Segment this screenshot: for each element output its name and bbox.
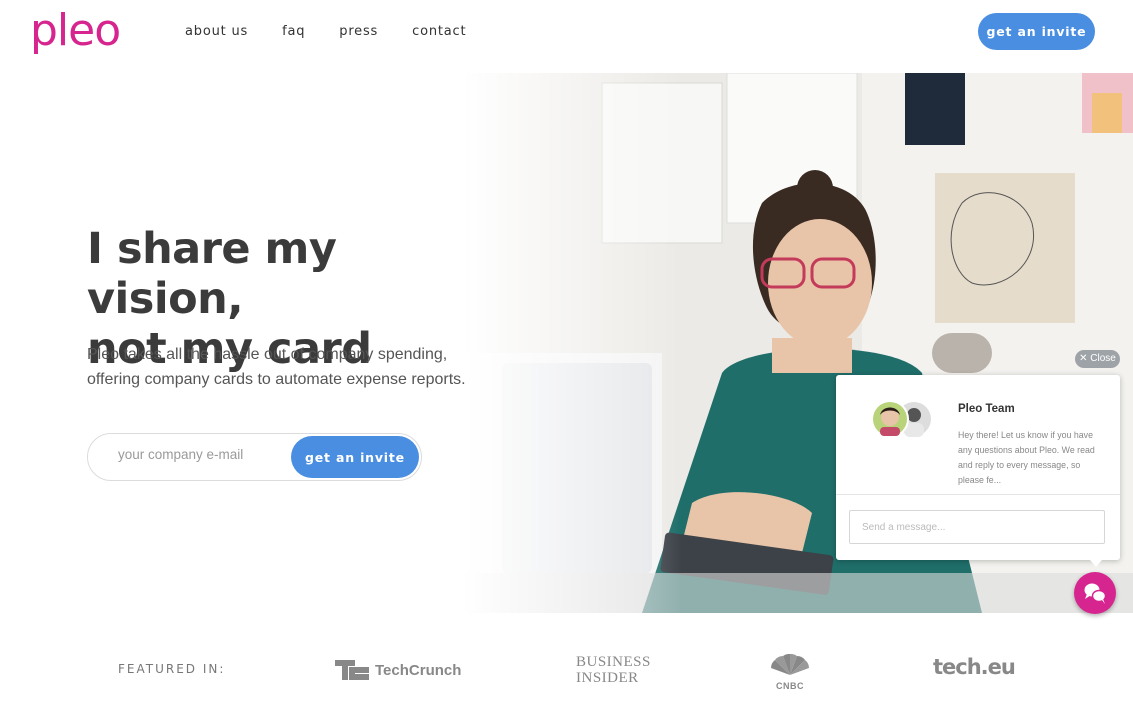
techcrunch-logo[interactable]: TechCrunch xyxy=(335,660,461,680)
cnbc-text: CNBC xyxy=(776,681,804,691)
company-email-input[interactable] xyxy=(116,446,290,463)
bi-line-1: BUSINESS xyxy=(576,654,651,670)
techcrunch-logo-icon xyxy=(335,660,369,680)
subtext-line-2: offering company cards to automate expen… xyxy=(87,371,466,388)
chat-popup: Pleo Team Hey there! Let us know if you … xyxy=(836,375,1120,567)
cnbc-logo[interactable]: CNBC xyxy=(769,653,811,691)
bi-line-2: INSIDER xyxy=(576,670,639,686)
hero-subtext: Pleo takes all the hassle out of company… xyxy=(87,342,467,392)
team-avatars xyxy=(871,400,931,438)
hero-fade-overlay xyxy=(462,73,682,613)
nav-press[interactable]: press xyxy=(339,24,378,39)
hero-invite-button[interactable]: get an invite xyxy=(291,436,419,478)
nav-faq[interactable]: faq xyxy=(282,24,305,39)
nav-about-us[interactable]: about us xyxy=(185,24,248,39)
cnbc-peacock-icon xyxy=(771,653,809,675)
featured-in-label: FEATURED IN: xyxy=(118,662,226,676)
header-invite-button[interactable]: get an invite xyxy=(978,13,1095,50)
chat-message: Hey there! Let us know if you have any q… xyxy=(958,430,1095,485)
subtext-line-1: Pleo takes all the hassle out of company… xyxy=(87,346,448,363)
chat-launcher-button[interactable] xyxy=(1074,572,1116,614)
chat-tail xyxy=(1090,560,1102,567)
main-nav: about us faq press contact xyxy=(185,24,466,39)
techeu-logo[interactable]: tech.eu xyxy=(933,655,1016,679)
techcrunch-text: TechCrunch xyxy=(375,661,462,679)
headline-line-1: I share my vision, xyxy=(87,224,337,324)
chat-message-input[interactable] xyxy=(849,510,1105,544)
chat-close-button[interactable]: ✕ Close xyxy=(1075,350,1120,368)
business-insider-logo[interactable]: BUSINESS INSIDER xyxy=(576,654,651,686)
nav-contact[interactable]: contact xyxy=(412,24,466,39)
chat-team-name: Pleo Team xyxy=(958,403,1015,415)
chat-bubbles-icon xyxy=(1084,583,1107,604)
signup-form: get an invite xyxy=(87,433,422,481)
chat-divider xyxy=(836,494,1120,495)
pleo-logo[interactable]: pleo xyxy=(30,6,121,56)
